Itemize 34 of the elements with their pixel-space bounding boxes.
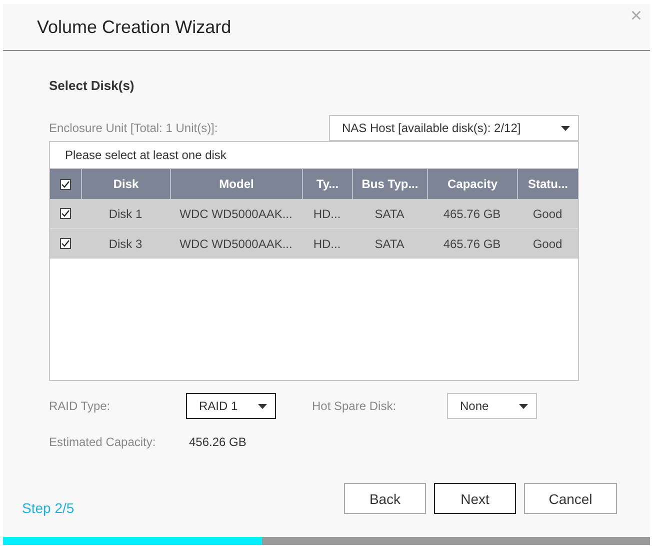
field-label: RAID Type:	[49, 399, 112, 413]
table-cell-text: Disk 3	[108, 236, 144, 252]
table-cell-text: WDC WD5000AAK...	[178, 206, 294, 222]
table-cell-text: Good	[532, 206, 564, 222]
dialog-button[interactable]: Back	[344, 483, 426, 514]
caret-icon	[561, 126, 570, 130]
table-cell-text: HD...	[312, 236, 342, 252]
dialog-button[interactable]: Cancel	[524, 483, 617, 514]
field-label: Hot Spare Disk:	[312, 399, 398, 413]
table-cell-text: 465.76 GB	[442, 206, 502, 222]
table-cell-text: HD...	[312, 206, 342, 222]
table-cell-text: Disk 1	[108, 206, 144, 222]
field-label: Estimated Capacity:	[49, 435, 157, 449]
step-indicator: Step 2/5	[22, 500, 74, 516]
table-row[interactable]: Disk 1 WDC WD5000AAK... HD... SATA 465.76 GB Good	[50, 199, 578, 229]
window-title: Volume Creation Wizard	[37, 16, 232, 38]
table-cell-text: WDC WD5000AAK...	[178, 236, 294, 252]
checkbox[interactable]	[60, 178, 71, 190]
dropdown[interactable]: RAID 1	[186, 393, 276, 419]
checkbox[interactable]	[60, 208, 71, 219]
field-label: Enclosure Unit [Total: 1 Unit(s)]:	[49, 121, 218, 135]
table-cell-text: 465.76 GB	[442, 236, 502, 252]
caret-icon	[519, 404, 528, 408]
dropdown[interactable]: None	[447, 393, 537, 419]
dropdown[interactable]: NAS Host [available disk(s): 2/12]	[329, 115, 579, 141]
caret-icon	[258, 404, 267, 408]
dialog-button[interactable]: Next	[434, 483, 516, 514]
table-cell-text: SATA	[374, 206, 406, 222]
table-row[interactable]: Disk 3 WDC WD5000AAK... HD... SATA 465.76 GB Good	[50, 229, 578, 259]
section-title: Select Disk(s)	[49, 78, 134, 93]
capacity-value: 456.26 GB	[189, 435, 246, 449]
checkbox[interactable]	[60, 238, 71, 249]
table-cell-text: SATA	[374, 236, 406, 252]
table-cell-text: Good	[532, 236, 564, 252]
